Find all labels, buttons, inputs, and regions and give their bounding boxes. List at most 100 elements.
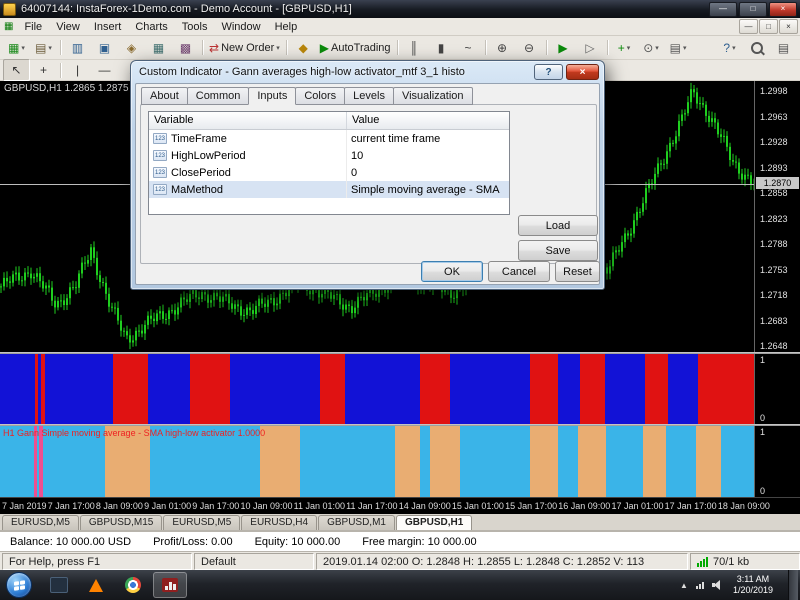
clock-date: 1/20/2019 [733,585,773,595]
menu-item-help[interactable]: Help [268,20,305,34]
dropdown-caret-icon: ▾ [276,44,280,52]
menu-item-charts[interactable]: Charts [128,20,174,34]
market-watch-button[interactable]: ▥ [64,37,91,59]
chart-shift-button[interactable]: ▷ [577,37,604,59]
help-guide-button[interactable]: ?▾ [716,37,743,59]
save-button[interactable]: Save [518,240,598,261]
new-order-icon: ⇄ [209,42,219,54]
app-icon [3,3,16,16]
numeric-param-icon: 123 [153,150,167,161]
status-profile[interactable]: Default [194,553,314,570]
network-icon[interactable] [696,582,704,589]
minimize-button[interactable]: — [709,2,737,17]
cancel-button[interactable]: Cancel [488,261,550,282]
bar-chart-button[interactable]: ║ [401,37,428,59]
param-row[interactable]: 123HighLowPeriod10 [149,147,509,164]
close-button[interactable]: × [769,2,797,17]
zoom-out-button[interactable]: ⊖ [516,37,543,59]
param-table-body: 123TimeFramecurrent time frame123HighLow… [149,130,509,198]
dialog-tab-inputs[interactable]: Inputs [248,87,296,105]
taskbar-app-1[interactable] [42,572,76,598]
zoom-in-button[interactable]: ⊕ [489,37,516,59]
parameters-table[interactable]: VariableValue 123TimeFramecurrent time f… [148,111,510,215]
histogram-bar [530,354,558,424]
candlestick-mode-icon: ▮ [438,42,445,54]
menu-item-view[interactable]: View [49,20,87,34]
dialog-help-button[interactable]: ? [534,64,563,80]
show-desktop-button[interactable] [788,570,798,600]
metaeditor-button[interactable]: ◆ [290,37,317,59]
param-row[interactable]: 123TimeFramecurrent time frame [149,130,509,147]
horizontal-line-button[interactable]: — [91,59,118,81]
community-button[interactable]: ▤ [770,37,797,59]
chart-tab-eurusd-m5[interactable]: EURUSD,M5 [163,515,240,530]
auto-scroll-button[interactable]: ▶ [550,37,577,59]
status-bar: For Help, press F1 Default 2019.01.14 02… [0,552,800,570]
time-axis[interactable]: 7 Jan 20197 Jan 17:008 Jan 09:009 Jan 01… [0,497,800,514]
chart-tab-eurusd-m5[interactable]: EURUSD,M5 [2,515,79,530]
volume-icon[interactable] [712,580,723,590]
terminal-button[interactable]: ▦ [145,37,172,59]
price-scale[interactable]: 1.29981.29631.29281.28931.28581.28231.27… [754,81,800,352]
new-order-button[interactable]: ⇄New Order▾ [206,37,283,59]
child-close-button[interactable]: × [779,19,798,34]
menu-item-tools[interactable]: Tools [175,20,215,34]
child-minimize-button[interactable]: — [739,19,758,34]
dialog-tab-levels[interactable]: Levels [344,87,394,105]
time-axis-label: 15 Jan 17:00 [505,501,557,511]
dropdown-caret-icon: ▾ [655,44,659,52]
templates-button[interactable]: ▤▾ [665,37,692,59]
data-window-button[interactable]: ▣ [91,37,118,59]
show-hidden-icons-chevron[interactable]: ▲ [680,581,688,590]
histogram-bar [721,426,754,497]
menu-item-window[interactable]: Window [214,20,267,34]
search-button[interactable] [743,37,770,59]
profiles-button[interactable]: ▤▾ [30,37,57,59]
vertical-line-button[interactable]: | [64,59,91,81]
autotrading-button[interactable]: ▶AutoTrading [317,37,394,59]
menu-item-insert[interactable]: Insert [87,20,129,34]
start-button[interactable] [6,572,32,598]
time-axis-label: 10 Jan 09:00 [240,501,292,511]
maximize-button[interactable]: □ [739,2,767,17]
taskbar-chrome[interactable] [116,572,150,598]
indicators-button[interactable]: +▾ [611,37,638,59]
chart-tab-gbpusd-m15[interactable]: GBPUSD,M15 [80,515,162,530]
toolbar-button-label: New Order [221,42,274,54]
chart-tab-eurusd-h4[interactable]: EURUSD,H4 [241,515,317,530]
indicator1-window[interactable] [0,354,754,424]
time-axis-label: 16 Jan 09:00 [558,501,610,511]
chart-tab-gbpusd-h1[interactable]: GBPUSD,H1 [396,515,472,530]
dialog-close-button[interactable]: × [566,64,599,80]
app-1-icon [50,577,68,593]
cursor-button[interactable]: ↖ [3,59,30,81]
periods-button[interactable]: ⊙▾ [638,37,665,59]
dialog-tab-common[interactable]: Common [187,87,250,105]
dialog-tab-about[interactable]: About [141,87,188,105]
ok-button[interactable]: OK [421,261,483,282]
load-button[interactable]: Load [518,215,598,236]
dialog-tab-visualization[interactable]: Visualization [393,87,473,105]
dialog-title-bar[interactable]: Custom Indicator - Gann averages high-lo… [135,61,600,83]
param-row[interactable]: 123ClosePeriod0 [149,164,509,181]
navigator-button[interactable]: ◈ [118,37,145,59]
candlestick-mode-button[interactable]: ▮ [428,37,455,59]
menu-item-file[interactable]: File [17,20,49,34]
crosshair-button[interactable]: + [30,59,57,81]
taskbar-vlc[interactable] [79,572,113,598]
reset-button[interactable]: Reset [555,261,600,282]
dialog-tab-colors[interactable]: Colors [295,87,345,105]
child-restore-button[interactable]: □ [759,19,778,34]
indicator2-window[interactable]: H1 Gann Simple moving average - SMA high… [0,426,754,497]
new-chart-button[interactable]: ▦▾ [3,37,30,59]
taskbar-clock[interactable]: 3:11 AM 1/20/2019 [733,574,773,597]
histogram-bar [430,426,460,497]
vertical-line-icon: | [76,64,79,76]
taskbar-mt4[interactable] [153,572,187,598]
time-axis-label: 11 Jan 17:00 [346,501,397,511]
chart-tab-gbpusd-m1[interactable]: GBPUSD,M1 [318,515,395,530]
custom-indicator-dialog: Custom Indicator - Gann averages high-lo… [130,60,605,290]
line-chart-button[interactable]: ~ [455,37,482,59]
strategy-tester-button[interactable]: ▩ [172,37,199,59]
param-row[interactable]: 123MaMethodSimple moving average - SMA [149,181,509,198]
